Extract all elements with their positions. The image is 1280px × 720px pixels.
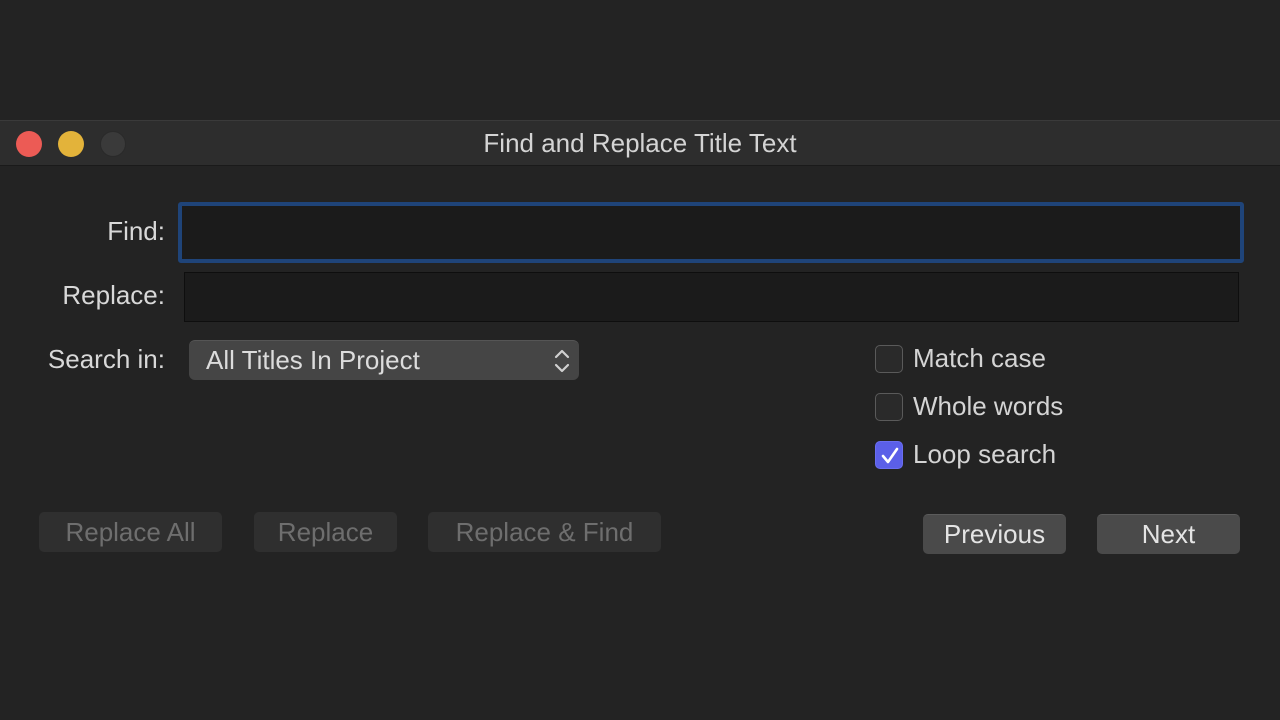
loop-search-checkbox[interactable]	[875, 441, 903, 469]
replace-input[interactable]	[184, 272, 1239, 322]
minimize-button[interactable]	[58, 131, 84, 157]
find-input[interactable]	[178, 202, 1244, 263]
zoom-button[interactable]	[100, 131, 126, 157]
checkmark-icon	[881, 447, 899, 464]
match-case-checkbox[interactable]	[875, 345, 903, 373]
replace-all-button[interactable]: Replace All	[39, 512, 222, 552]
whole-words-label: Whole words	[913, 391, 1064, 421]
close-button[interactable]	[16, 131, 42, 157]
match-case-label: Match case	[913, 343, 1046, 373]
replace-and-find-button[interactable]: Replace & Find	[428, 512, 661, 552]
find-label: Find:	[107, 216, 165, 246]
title-bar[interactable]: Find and Replace Title Text	[0, 121, 1280, 166]
replace-label: Replace:	[62, 280, 165, 310]
replace-button[interactable]: Replace	[254, 512, 397, 552]
search-in-select[interactable]: All Titles In Project	[189, 340, 579, 380]
loop-search-label: Loop search	[913, 439, 1057, 469]
whole-words-checkbox[interactable]	[875, 393, 903, 421]
search-in-label: Search in:	[47, 344, 165, 374]
chevron-up-down-icon	[553, 346, 571, 376]
find-replace-window: Find and Replace Title Text Find: Replac…	[0, 120, 1280, 600]
window-title: Find and Replace Title Text	[483, 128, 797, 158]
search-in-value: All Titles In Project	[206, 345, 420, 375]
next-button[interactable]: Next	[1097, 514, 1240, 554]
previous-button[interactable]: Previous	[923, 514, 1066, 554]
